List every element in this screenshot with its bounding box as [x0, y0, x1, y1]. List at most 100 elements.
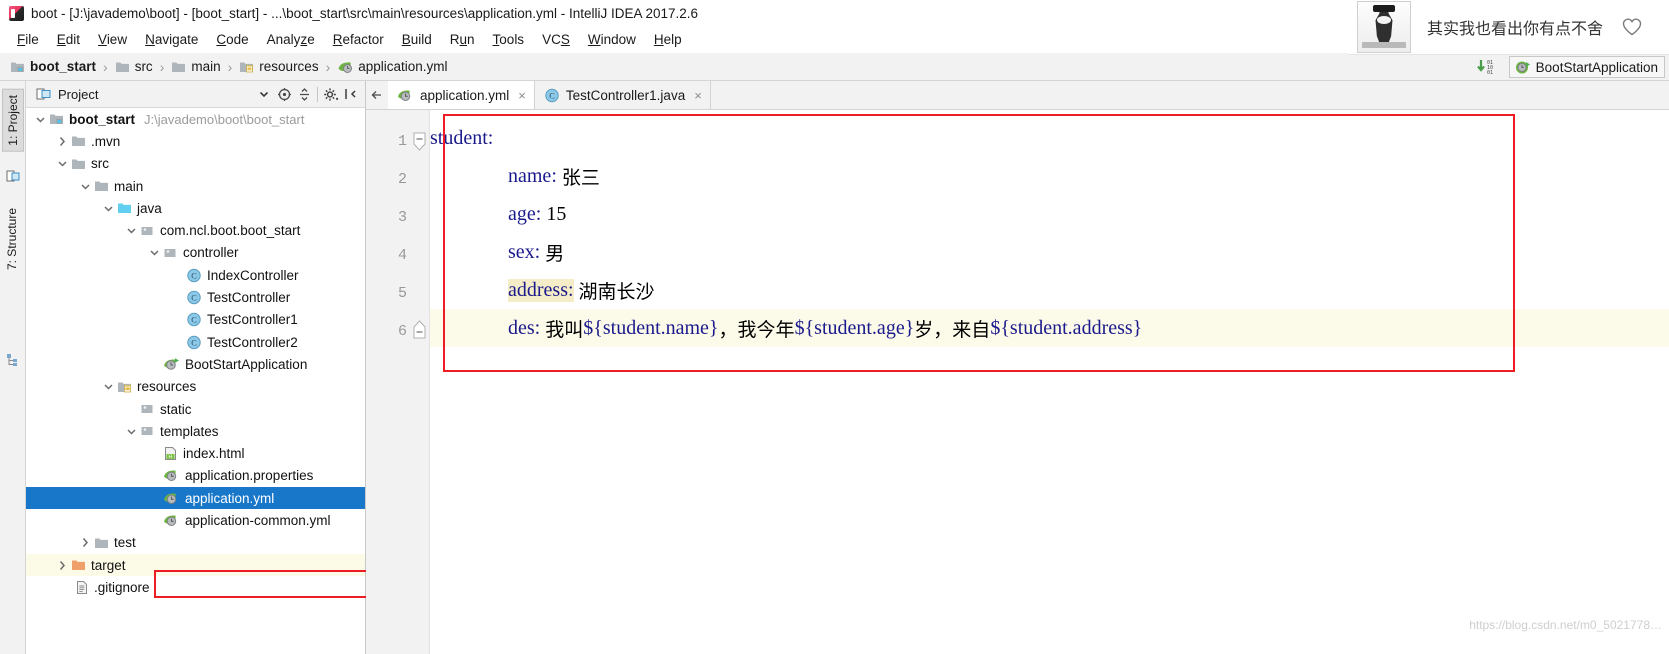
chevron-down-icon[interactable]: [125, 224, 138, 237]
line-number: 4: [397, 247, 407, 264]
code-line-5[interactable]: address: 湖南长沙: [430, 271, 1669, 309]
tree-node-boot-start-application[interactable]: BootStartApplication: [26, 353, 365, 375]
overlay-widget[interactable]: 其实我也看出你有点不舍: [1349, 0, 1669, 55]
tree-node-templates[interactable]: templates: [26, 420, 365, 442]
ground-strip: [1362, 42, 1406, 48]
yaml-key-address: address: [508, 278, 568, 301]
menu-item-analyze[interactable]: Analyze: [258, 30, 324, 50]
tab-application-yml[interactable]: application.yml ×: [388, 81, 535, 109]
chevron-down-icon[interactable]: [34, 113, 47, 126]
menu-item-navigate[interactable]: Navigate: [136, 30, 207, 50]
navbar-right-controls: 01 10 01 BootStartApplication: [1475, 53, 1669, 81]
breadcrumb-boot-start[interactable]: boot_start: [8, 59, 98, 74]
code-line-4[interactable]: sex: 男: [430, 233, 1669, 271]
yaml-key-sex: sex: [508, 240, 535, 263]
menu-item-code[interactable]: Code: [207, 30, 257, 50]
tree-node-package-com-ncl[interactable]: com.ncl.boot.boot_start: [26, 219, 365, 241]
chevron-down-icon[interactable]: [125, 425, 138, 438]
tree-node-src[interactable]: src: [26, 153, 365, 175]
code-content[interactable]: student: name: 张三 age: 15 sex: 男 address…: [430, 110, 1669, 654]
code-fold-handle[interactable]: [412, 132, 426, 157]
tree-node-index-html[interactable]: H index.html: [26, 442, 365, 464]
tree-node-gitignore[interactable]: .gitignore: [26, 576, 365, 598]
chevron-down-icon[interactable]: [148, 246, 161, 259]
tree-node-application-properties[interactable]: application.properties: [26, 465, 365, 487]
html-file-icon: H: [163, 446, 178, 461]
java-class-icon: C: [186, 335, 202, 350]
sidebar-item-structure[interactable]: 7: Structure: [2, 203, 24, 275]
code-line-6[interactable]: des: 我叫 ${student.name} ，我今年 ${student.age}…: [430, 309, 1669, 347]
menu-item-file[interactable]: File: [8, 30, 48, 50]
menu-item-tools[interactable]: Tools: [484, 30, 534, 50]
chevron-down-icon[interactable]: [56, 157, 69, 170]
tree-node-resources[interactable]: resources: [26, 376, 365, 398]
tree-node-label: application.properties: [185, 468, 314, 484]
tree-node-java[interactable]: java: [26, 197, 365, 219]
gear-icon[interactable]: [321, 84, 341, 104]
chevron-down-icon[interactable]: [254, 84, 274, 104]
sidebar-item-project[interactable]: 1: Project: [2, 89, 24, 152]
tree-node-test-controller[interactable]: C TestController: [26, 286, 365, 308]
chevron-right-icon[interactable]: [79, 536, 92, 549]
code-line-3[interactable]: age: 15: [430, 195, 1669, 233]
target-icon[interactable]: [274, 84, 294, 104]
tree-node-test-controller2[interactable]: C TestController2: [26, 331, 365, 353]
arrow-left-icon[interactable]: [366, 81, 388, 109]
menu-item-vcs[interactable]: VCS: [533, 30, 579, 50]
tree-node-main[interactable]: main: [26, 175, 365, 197]
tab-test-controller1-java[interactable]: C TestController1.java ×: [535, 81, 711, 109]
code-editor[interactable]: 1 2 3 4 5 6 student: name: 张三 age: 15 s…: [366, 110, 1669, 654]
spring-yml-icon: [337, 60, 353, 74]
tree-node-label: BootStartApplication: [185, 356, 308, 372]
menu-item-view[interactable]: View: [89, 30, 136, 50]
folder-icon: [94, 179, 109, 193]
hide-panel-icon[interactable]: [341, 84, 361, 104]
project-tree[interactable]: boot_start J:\javademo\boot\boot_start .…: [26, 108, 365, 654]
tree-node-application-yml[interactable]: application.yml: [26, 487, 365, 510]
breadcrumb-separator: ›: [325, 58, 331, 75]
menu-item-run[interactable]: Run: [441, 30, 484, 50]
menu-item-help[interactable]: Help: [645, 30, 691, 50]
chevron-down-icon[interactable]: [79, 180, 92, 193]
collapse-all-icon[interactable]: [294, 84, 314, 104]
tree-node-label: TestController1: [207, 312, 298, 328]
spring-yml-icon: [397, 88, 414, 103]
tree-node-target[interactable]: target: [26, 553, 365, 577]
editor-gutter[interactable]: 1 2 3 4 5 6: [366, 110, 430, 654]
close-icon[interactable]: ×: [694, 88, 702, 103]
menu-item-build[interactable]: Build: [393, 30, 441, 50]
tree-node-mvn[interactable]: .mvn: [26, 130, 365, 152]
tree-node-static[interactable]: static: [26, 398, 365, 420]
menu-item-refactor[interactable]: Refactor: [324, 30, 393, 50]
yaml-value-des-seg-0: 我叫: [545, 318, 584, 341]
chevron-down-icon[interactable]: [102, 380, 115, 393]
silhouette-figure: [1375, 8, 1393, 44]
breadcrumb-main[interactable]: main: [169, 59, 222, 74]
tree-node-application-common-yml[interactable]: application-common.yml: [26, 509, 365, 531]
folder-icon: [94, 536, 109, 550]
update-project-icon[interactable]: 01 10 01: [1475, 58, 1501, 76]
tree-node-controller[interactable]: controller: [26, 242, 365, 264]
menu-item-edit[interactable]: Edit: [48, 30, 89, 50]
code-line-2[interactable]: name: 张三: [430, 157, 1669, 195]
chevron-right-icon[interactable]: [56, 135, 69, 148]
tree-node-label: .mvn: [91, 133, 121, 149]
breadcrumb-application-yml[interactable]: application.yml: [335, 59, 449, 74]
chevron-down-icon[interactable]: [102, 202, 115, 215]
tree-node-boot-start[interactable]: boot_start J:\javademo\boot\boot_start: [26, 108, 365, 130]
tree-node-index-controller[interactable]: C IndexController: [26, 264, 365, 286]
tree-node-test-controller1[interactable]: C TestController1: [26, 309, 365, 331]
code-line-1[interactable]: student:: [430, 119, 1669, 157]
breadcrumb-src[interactable]: src: [113, 59, 155, 74]
tab-label: application.yml: [420, 87, 510, 103]
heart-outline-icon[interactable]: [1621, 17, 1643, 37]
left-tool-strip: 1: Project 7: Structure: [0, 81, 26, 654]
svg-text:01: 01: [1487, 70, 1493, 76]
run-configuration-selector[interactable]: BootStartApplication: [1508, 56, 1665, 78]
close-icon[interactable]: ×: [518, 88, 526, 103]
tree-node-test[interactable]: test: [26, 532, 365, 554]
chevron-right-icon[interactable]: [56, 559, 69, 572]
breadcrumb-resources[interactable]: resources: [237, 59, 320, 74]
code-fold-end-handle[interactable]: [412, 320, 426, 345]
menu-item-window[interactable]: Window: [579, 30, 645, 50]
